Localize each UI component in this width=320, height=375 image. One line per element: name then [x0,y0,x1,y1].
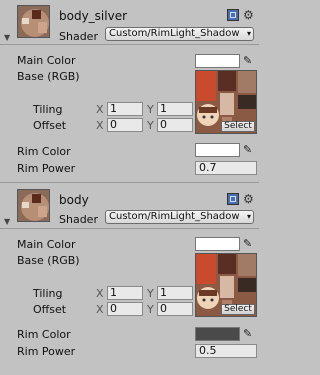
texture-select-button[interactable]: Select [221,121,255,132]
offset-y-axis-label: Y [147,303,154,316]
base-rgb-label: Base (RGB) [17,254,80,267]
material-divider [0,182,259,183]
dropdown-arrow-icon: ▾ [246,29,251,38]
rim-power-field[interactable]: 0.5 [195,344,257,358]
offset-label: Offset [33,303,67,316]
rim-power-field[interactable]: 0.7 [195,161,257,175]
eyedropper-icon[interactable]: ✎ [243,143,252,156]
tiling-label: Tiling [33,103,63,116]
offset-x-axis-label: X [96,119,104,132]
eyedropper-icon[interactable]: ✎ [243,327,252,340]
shader-dropdown-value: Custom/RimLight_Shadow [109,211,240,222]
main-color-swatch[interactable] [195,237,240,251]
offset-x-field[interactable]: 0 [107,302,143,316]
eyedropper-icon[interactable]: ✎ [243,237,252,250]
base-texture-slot[interactable]: Select [195,70,257,134]
help-book-icon[interactable] [227,193,239,205]
tiling-y-axis-label: Y [147,103,154,116]
material-name: body [59,193,89,207]
offset-label: Offset [33,119,67,132]
shader-dropdown[interactable]: Custom/RimLight_Shadow ▾ [105,27,254,41]
shader-label: Shader [59,30,98,43]
rim-color-label: Rim Color [17,145,71,158]
main-color-label: Main Color [17,238,76,251]
main-color-swatch[interactable] [195,54,240,68]
rim-color-swatch[interactable] [195,143,240,157]
material-preview-thumbnail [17,189,50,222]
dropdown-arrow-icon: ▾ [246,212,251,221]
header-divider [0,228,259,229]
help-book-icon[interactable] [227,9,239,21]
shader-dropdown-value: Custom/RimLight_Shadow [109,28,240,39]
material-name: body_silver [59,9,128,23]
tiling-x-axis-label: X [96,287,104,300]
offset-y-axis-label: Y [147,119,154,132]
offset-y-field[interactable]: 0 [157,302,193,316]
rim-color-label: Rim Color [17,328,71,341]
tiling-x-field[interactable]: 1 [107,102,143,116]
shader-dropdown[interactable]: Custom/RimLight_Shadow ▾ [105,210,254,224]
rim-color-swatch[interactable] [195,327,240,341]
tiling-x-field[interactable]: 1 [107,286,143,300]
header-divider [0,44,259,45]
foldout-triangle-down-icon[interactable]: ▼ [4,33,10,42]
eyedropper-icon[interactable]: ✎ [243,54,252,67]
tiling-x-axis-label: X [96,103,104,116]
shader-label: Shader [59,213,98,226]
texture-select-button[interactable]: Select [221,304,255,315]
offset-x-field[interactable]: 0 [107,118,143,132]
base-rgb-label: Base (RGB) [17,70,80,83]
gear-icon[interactable]: ⚙ [243,193,254,205]
material-preview-thumbnail [17,5,50,38]
gear-icon[interactable]: ⚙ [243,9,254,21]
tiling-y-field[interactable]: 1 [157,286,193,300]
offset-y-field[interactable]: 0 [157,118,193,132]
rim-power-label: Rim Power [17,345,76,358]
foldout-triangle-down-icon[interactable]: ▼ [4,217,10,226]
tiling-label: Tiling [33,287,63,300]
base-texture-slot[interactable]: Select [195,253,257,317]
offset-x-axis-label: X [96,303,104,316]
main-color-label: Main Color [17,54,76,67]
tiling-y-axis-label: Y [147,287,154,300]
tiling-y-field[interactable]: 1 [157,102,193,116]
rim-power-label: Rim Power [17,162,76,175]
